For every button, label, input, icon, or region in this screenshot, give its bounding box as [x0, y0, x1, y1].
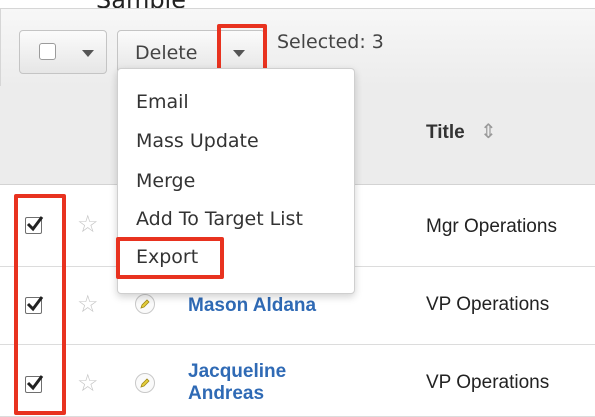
star-icon[interactable]: ☆: [77, 213, 99, 237]
title-cell: VP Operations: [426, 294, 550, 315]
chevron-down-icon[interactable]: [82, 50, 94, 57]
title-cell: VP Operations: [426, 372, 550, 393]
select-all-checkbox[interactable]: [39, 43, 56, 60]
menu-item-email[interactable]: Email: [136, 91, 189, 113]
title-cell: Mgr Operations: [426, 216, 557, 237]
name-line: Andreas: [188, 383, 265, 404]
contact-name-link[interactable]: Mason Aldana: [188, 295, 316, 317]
selected-count: Selected: 3: [277, 31, 384, 53]
menu-item-mass-update[interactable]: Mass Update: [136, 130, 259, 152]
highlight-export: [116, 237, 224, 279]
contact-name-link[interactable]: Jacqueline Andreas: [188, 361, 286, 405]
edit-pencil-icon[interactable]: [135, 294, 155, 314]
delete-button[interactable]: Delete: [135, 42, 197, 64]
highlight-checkboxes: [14, 194, 66, 415]
select-all-dropdown-button[interactable]: [19, 30, 107, 74]
star-icon[interactable]: ☆: [77, 372, 99, 396]
star-icon[interactable]: ☆: [77, 293, 99, 317]
column-header-title[interactable]: Title: [426, 122, 465, 144]
name-line: Jacqueline: [188, 361, 287, 382]
edit-pencil-icon[interactable]: [135, 373, 155, 393]
menu-item-add-to-target-list[interactable]: Add To Target List: [136, 208, 303, 230]
menu-item-merge[interactable]: Merge: [136, 170, 195, 192]
table-row: ☆ Jacqueline Andreas VP Operations: [0, 345, 595, 417]
sort-icon[interactable]: ⇕: [480, 119, 497, 144]
